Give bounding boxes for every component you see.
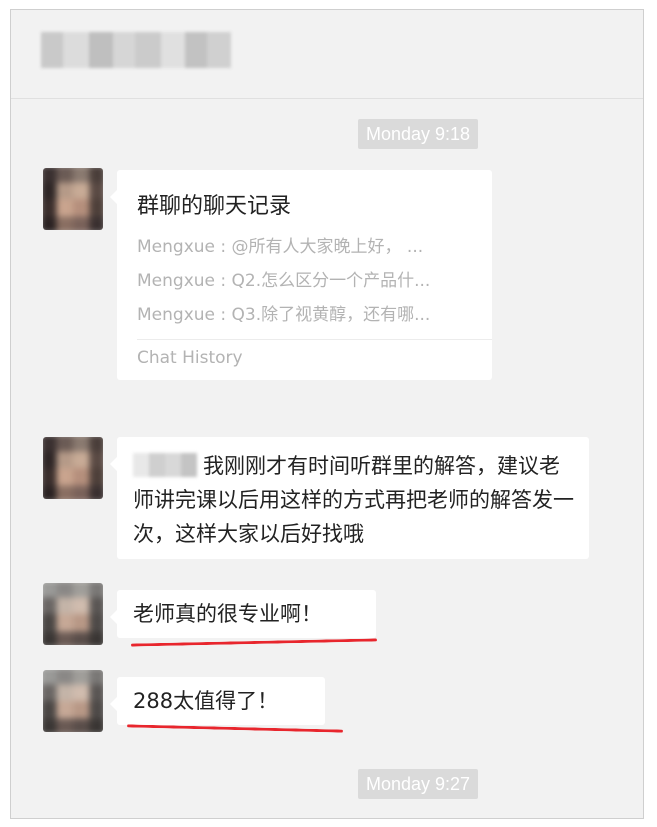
chat-history-title: 群聊的聊天记录 xyxy=(137,194,292,219)
message-bubble[interactable]: 288太值得了！ xyxy=(110,677,325,725)
chat-history-card[interactable]: 群聊的聊天记录 Mengxue : @所有人大家晚上好， ... Mengxue… xyxy=(110,170,492,380)
message-bubble[interactable]: 我刚刚才有时间听群里的解答，建议老师讲完课以后用这样的方式再把老师的解答发一次，… xyxy=(110,437,589,559)
chat-history-line: Mengxue : Q2.怎么区分一个产品什... xyxy=(137,271,431,291)
avatar[interactable] xyxy=(43,168,103,230)
chat-header xyxy=(11,10,643,99)
message-text: 老师真的很专业啊！ xyxy=(133,602,322,626)
red-underline xyxy=(126,724,344,733)
message-text: 我刚刚才有时间听群里的解答，建议老师讲完课以后用这样的方式再把老师的解答发一次，… xyxy=(133,453,574,546)
chat-title-blurred xyxy=(41,32,231,68)
message-bubble[interactable]: 老师真的很专业啊！ xyxy=(110,590,376,638)
chat-history-line: Mengxue : @所有人大家晚上好， ... xyxy=(137,237,424,257)
chat-window: Monday 9:18 群聊的聊天记录 Mengxue : @所有人大家晚上好，… xyxy=(10,9,644,819)
avatar[interactable] xyxy=(43,670,103,732)
divider xyxy=(137,339,492,340)
red-underline xyxy=(130,638,378,647)
blurred-mention xyxy=(133,453,197,477)
avatar[interactable] xyxy=(43,583,103,645)
chat-history-footer: Chat History xyxy=(137,348,243,368)
chat-history-line: Mengxue : Q3.除了视黄醇，还有哪... xyxy=(137,305,431,325)
avatar[interactable] xyxy=(43,437,103,499)
timestamp: Monday 9:27 xyxy=(358,769,479,799)
message-text: 288太值得了！ xyxy=(133,689,279,713)
timestamp: Monday 9:18 xyxy=(358,119,479,149)
